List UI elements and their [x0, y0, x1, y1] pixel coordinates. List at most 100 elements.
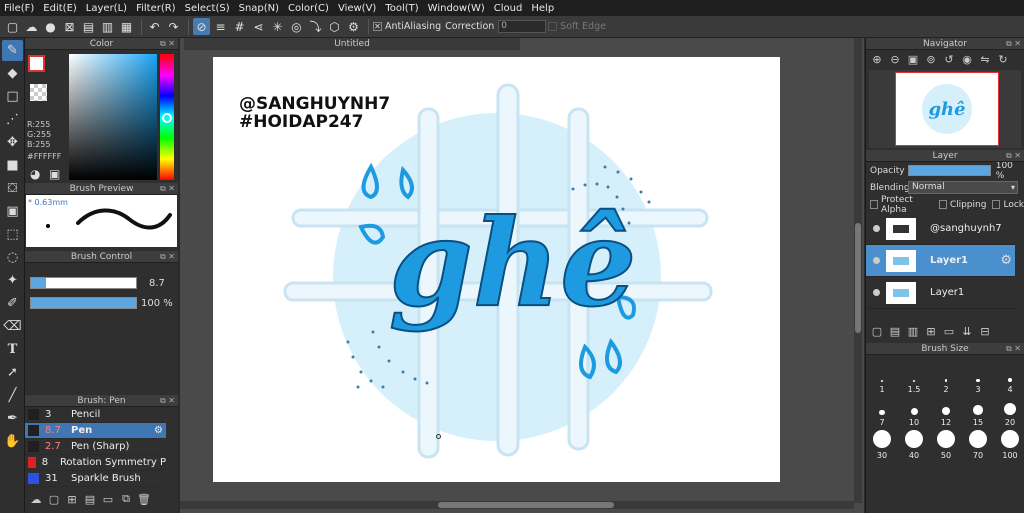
brush-opacity-slider[interactable] — [30, 297, 137, 309]
rotate-reset-icon[interactable]: ◉ — [958, 51, 976, 67]
layer-row[interactable]: @sanghuynh7 — [866, 213, 1015, 245]
snap-off-icon[interactable]: ⊘ — [193, 18, 210, 35]
select-rect-tool-icon[interactable]: ⬚ — [2, 224, 23, 245]
lasso-tool-icon[interactable]: ◌ — [2, 247, 23, 268]
correction-input[interactable]: 0 — [498, 20, 547, 33]
divide-tool-icon[interactable]: ╱ — [2, 385, 23, 406]
zoom-out-icon[interactable]: ⊖ — [886, 51, 904, 67]
brush-size-cell[interactable]: 12 — [930, 396, 962, 429]
operation-tool-icon[interactable]: ➚ — [2, 362, 23, 383]
menu-item[interactable]: Layer(L) — [86, 3, 127, 14]
new-1bit-layer-icon[interactable]: ▥ — [904, 323, 922, 339]
panel-options-icon[interactable]: ⧉ ✕ — [1006, 343, 1021, 355]
rotate-right-icon[interactable]: ↻ — [994, 51, 1012, 67]
brush-size-cell[interactable]: 2 — [930, 363, 962, 396]
opacity-slider[interactable] — [907, 165, 991, 176]
snap-parallel-icon[interactable]: ≡ — [212, 18, 229, 35]
select-eraser-tool-icon[interactable]: ⌫ — [2, 316, 23, 337]
gear-icon[interactable]: ⚙ — [154, 425, 163, 436]
menu-item[interactable]: Cloud — [494, 3, 523, 14]
horizontal-scrollbar-thumb[interactable] — [438, 502, 614, 508]
horizontal-scrollbar[interactable] — [180, 501, 854, 509]
visibility-icon[interactable] — [873, 225, 880, 232]
redo-icon[interactable]: ↷ — [165, 18, 182, 35]
gradient-tool-icon[interactable]: ▣ — [2, 201, 23, 222]
flip-icon[interactable]: ⇋ — [976, 51, 994, 67]
add-layer-icon[interactable]: ⊞ — [922, 323, 940, 339]
panel-options-icon[interactable]: ⧉ ✕ — [160, 395, 175, 407]
soft-edge-checkbox[interactable] — [548, 22, 558, 31]
snap-concentric-icon[interactable]: ◎ — [288, 18, 305, 35]
dotted-line-tool-icon[interactable]: ⋰ — [2, 109, 23, 130]
brush-size-cell[interactable]: 1.5 — [898, 363, 930, 396]
protect-alpha-checkbox[interactable] — [870, 200, 879, 209]
brush-list-item[interactable]: 8 Rotation Symmetry P — [25, 455, 166, 471]
brush-size-cell[interactable]: 10 — [898, 396, 930, 429]
magic-wand-tool-icon[interactable]: ✦ — [2, 270, 23, 291]
brush-list-item[interactable]: 3 Pencil — [25, 407, 166, 423]
menu-item[interactable]: Filter(R) — [136, 3, 176, 14]
brush-size-cell[interactable]: 4 — [994, 363, 1024, 396]
snap-curve-icon[interactable]: ⤵ — [307, 18, 324, 35]
brush-size-cell[interactable]: 70 — [962, 429, 994, 462]
brush-list-item[interactable]: 8.7 Pen ⚙ — [25, 423, 166, 439]
panel-options-icon[interactable]: ⧉ ✕ — [1006, 38, 1021, 50]
brush-size-cell[interactable]: 20 — [994, 396, 1024, 429]
layer-folder-icon[interactable]: ▭ — [940, 323, 958, 339]
transparent-swatch[interactable] — [30, 84, 47, 101]
fill-rect-tool-icon[interactable]: ■ — [2, 155, 23, 176]
add-brush-icon[interactable]: ⊞ — [63, 491, 81, 507]
brush-size-cell[interactable]: 7 — [866, 396, 898, 429]
gear-icon[interactable]: ⚙ — [1000, 253, 1012, 268]
layer-row[interactable]: Layer1 — [866, 277, 1015, 309]
folder-icon[interactable]: ▭ — [99, 491, 117, 507]
brush-size-slider[interactable] — [30, 277, 137, 289]
merge-down-icon[interactable]: ⇊ — [958, 323, 976, 339]
cloud-brush-icon[interactable]: ☁ — [27, 491, 45, 507]
layer-row[interactable]: Layer1 ⚙ — [866, 245, 1015, 277]
menu-item[interactable]: Color(C) — [288, 3, 329, 14]
hue-slider-handle[interactable] — [162, 113, 172, 123]
brush-size-cell[interactable]: 100 — [994, 429, 1024, 462]
rectangle-tool-icon[interactable]: □ — [2, 86, 23, 107]
menu-item[interactable]: Edit(E) — [43, 3, 77, 14]
visibility-icon[interactable] — [873, 257, 880, 264]
move-tool-icon[interactable]: ✥ — [2, 132, 23, 153]
new-brush-icon[interactable]: ▢ — [45, 491, 63, 507]
color-palette-icon[interactable]: ▣ — [49, 167, 60, 181]
brush-size-cell[interactable]: 3 — [962, 363, 994, 396]
blending-select[interactable]: Normal ▾ — [908, 181, 1018, 194]
brush-list-item[interactable]: 2.7 Pen (Sharp) — [25, 439, 166, 455]
panel-options-icon[interactable]: ⧉ ✕ — [1006, 150, 1021, 162]
eraser-tool-icon[interactable]: ◆ — [2, 63, 23, 84]
vertical-scrollbar[interactable] — [854, 38, 862, 503]
snap-perspective-icon[interactable]: ⋖ — [250, 18, 267, 35]
menu-item[interactable]: Window(W) — [428, 3, 485, 14]
visibility-icon[interactable] — [873, 289, 880, 296]
menu-item[interactable]: View(V) — [338, 3, 376, 14]
brush-settings-icon[interactable]: ▤ — [81, 491, 99, 507]
color-wheel-icon[interactable]: ◕ — [30, 167, 40, 181]
brush-list-item[interactable]: 31 Sparkle Brush — [25, 471, 166, 487]
actual-size-icon[interactable]: ⊚ — [922, 51, 940, 67]
undo-icon[interactable]: ↶ — [146, 18, 163, 35]
lock-checkbox[interactable] — [992, 200, 1001, 209]
bucket-tool-icon[interactable]: ⛋ — [2, 178, 23, 199]
transform-icon[interactable]: ⊠ — [61, 18, 78, 35]
panel-options-icon[interactable]: ⧉ ✕ — [160, 183, 175, 195]
snap-settings-icon[interactable]: ⚙ — [345, 18, 362, 35]
panel-options-icon[interactable]: ⧉ ✕ — [160, 251, 175, 263]
clipping-checkbox[interactable] — [938, 200, 947, 209]
cloud-icon[interactable]: ☁ — [23, 18, 40, 35]
menu-item[interactable]: Help — [531, 3, 554, 14]
navigator-preview[interactable]: ghê — [869, 70, 1021, 148]
brush-size-cell[interactable]: 50 — [930, 429, 962, 462]
delete-brush-icon[interactable]: 🗑 — [135, 491, 153, 507]
canvas[interactable]: @SANGHUYNH7 #HOIDAP247 ghê — [213, 57, 780, 482]
new-file-icon[interactable]: ▢ — [4, 18, 21, 35]
menu-item[interactable]: Snap(N) — [239, 3, 279, 14]
eyedropper-tool-icon[interactable]: ✒ — [2, 408, 23, 429]
menu-item[interactable]: Tool(T) — [385, 3, 418, 14]
brush-size-cell[interactable]: 15 — [962, 396, 994, 429]
saturation-value-picker[interactable] — [69, 54, 157, 180]
